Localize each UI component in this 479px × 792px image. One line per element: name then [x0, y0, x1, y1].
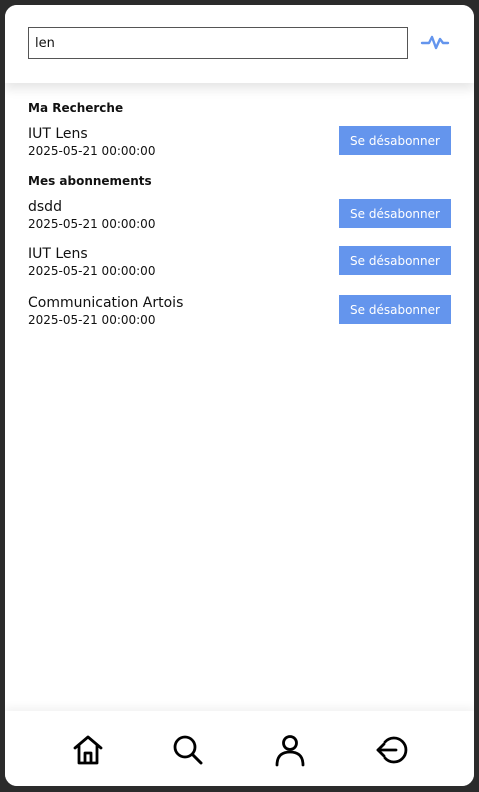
item-date: 2025-05-21 00:00:00: [28, 264, 156, 278]
pulse-icon[interactable]: [420, 30, 450, 54]
item-date: 2025-05-21 00:00:00: [28, 313, 156, 327]
search-input[interactable]: [28, 27, 408, 59]
item-name: IUT Lens: [28, 246, 88, 262]
item-name: Communication Artois: [28, 295, 184, 311]
bottom-nav: [5, 711, 474, 786]
list-item: IUT Lens 2025-05-21 00:00:00 Se désabonn…: [28, 246, 451, 280]
item-date: 2025-05-21 00:00:00: [28, 217, 156, 231]
header: [5, 5, 474, 83]
subscriptions-title: Mes abonnements: [28, 174, 152, 188]
item-date: 2025-05-21 00:00:00: [28, 144, 156, 158]
nav-search-button[interactable]: [171, 733, 205, 767]
unsubscribe-button[interactable]: Se désabonner: [339, 126, 451, 155]
list-item: IUT Lens 2025-05-21 00:00:00 Se désabonn…: [28, 126, 451, 160]
unsubscribe-button[interactable]: Se désabonner: [339, 246, 451, 275]
item-name: IUT Lens: [28, 126, 88, 142]
list-item: dsdd 2025-05-21 00:00:00 Se désabonner: [28, 199, 451, 233]
nav-logout-button[interactable]: [375, 733, 409, 767]
unsubscribe-button[interactable]: Se désabonner: [339, 199, 451, 228]
search-icon: [173, 735, 203, 765]
list-item: Communication Artois 2025-05-21 00:00:00…: [28, 295, 451, 329]
nav-home-button[interactable]: [71, 733, 105, 767]
logout-icon: [376, 736, 408, 764]
item-name: dsdd: [28, 199, 62, 215]
my-search-title: Ma Recherche: [28, 101, 124, 115]
app-screen: Ma Recherche IUT Lens 2025-05-21 00:00:0…: [5, 5, 474, 786]
nav-profile-button[interactable]: [273, 733, 307, 767]
user-icon: [275, 735, 305, 767]
home-icon: [73, 735, 103, 765]
unsubscribe-button[interactable]: Se désabonner: [339, 295, 451, 324]
